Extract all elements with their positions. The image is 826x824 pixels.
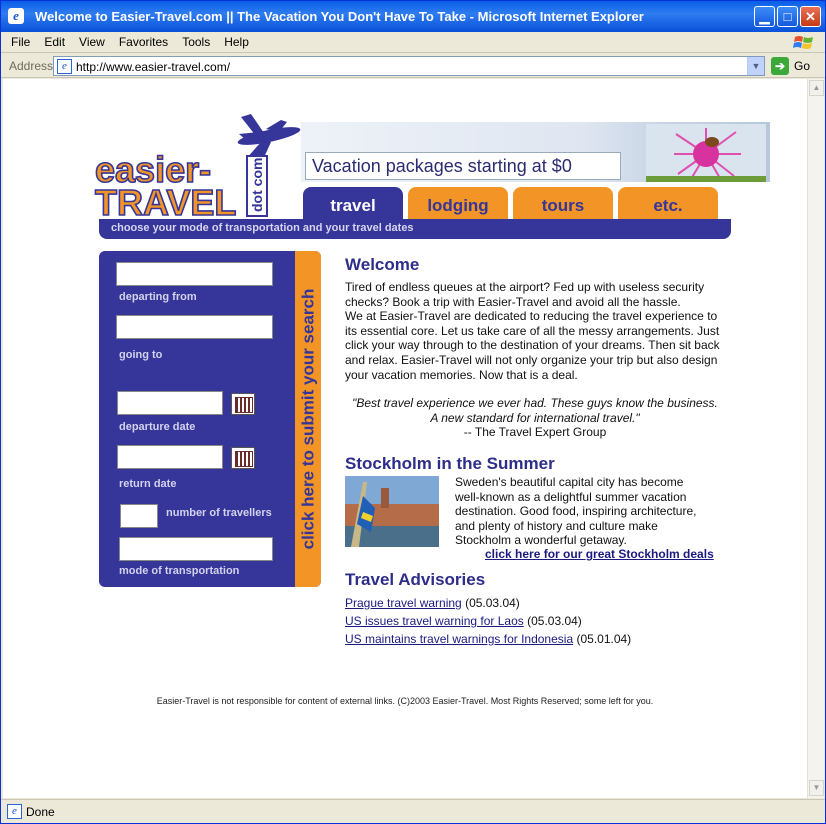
advisory-date: (05.01.04) [576,631,632,646]
easier-travel-logo: easier- TRAVEL dot com [94,114,301,219]
advisory-link-laos[interactable]: US issues travel warning for Laos [345,614,524,628]
menu-view[interactable]: View [72,32,112,53]
go-label: Go [794,59,811,73]
menu-tools[interactable]: Tools [175,32,217,53]
arrow-up-icon: ▲ [812,83,821,92]
promo-banner[interactable]: Vacation packages starting at $0 [301,122,770,182]
testimonial-line-2: A new standard for international travel.… [430,410,640,425]
tab-etc[interactable]: etc. [618,187,718,221]
advisories-list: Prague travel warning (05.03.04) US issu… [345,594,725,648]
windows-logo-icon [793,36,813,49]
departing-from-label: departing from [119,291,197,303]
minimize-icon: ▁ [759,9,770,24]
page-status-icon: e [7,804,22,819]
window-title: Welcome to Easier-Travel.com || The Vaca… [35,9,644,24]
logo-line2: TRAVEL [95,182,236,219]
testimonial-line-1: "Best travel experience we ever had. The… [352,396,718,411]
submit-search-label: click here to submit your search [298,288,318,550]
list-item: US issues travel warning for Laos (05.03… [345,612,725,630]
stockholm-deals-link[interactable]: click here for our great Stockholm deals [485,547,714,561]
ie-icon: e [8,8,24,24]
return-calendar-icon[interactable] [231,447,255,469]
testimonial: "Best travel experience we ever had. The… [345,396,725,440]
main-content: Welcome Tired of endless queues at the a… [345,255,725,648]
search-panel: click here to submit your search departi… [99,251,321,587]
departing-from-input[interactable] [116,262,273,286]
testimonial-author: -- The Travel Expert Group [463,425,607,440]
welcome-para-1: Tired of endless queues at the airport? … [345,280,705,309]
submit-search-button[interactable]: click here to submit your search [295,251,321,587]
close-button[interactable]: ✕ [800,6,821,27]
menu-bar: File Edit View Favorites Tools Help [1,32,825,53]
going-to-input[interactable] [116,315,273,339]
page-footer: Easier-Travel is not responsible for con… [156,696,654,706]
go-arrow-icon: ➔ [771,57,789,75]
advisory-link-indonesia[interactable]: US maintains travel warnings for Indones… [345,632,573,646]
tab-subtitle-bar: choose your mode of transportation and y… [99,219,731,239]
status-text: Done [26,805,55,819]
departure-date-label: departure date [119,421,196,433]
menu-favorites[interactable]: Favorites [112,32,175,53]
advisories-heading: Travel Advisories [345,569,486,589]
flower-image [646,124,766,182]
stockholm-heading: Stockholm in the Summer [345,453,555,473]
advisory-date: (05.03.04) [465,595,520,610]
mode-input[interactable] [119,537,273,561]
title-bar: e Welcome to Easier-Travel.com || The Va… [1,1,825,32]
list-item: US maintains travel warnings for Indones… [345,630,725,648]
travellers-label: number of travellers [166,507,272,519]
logo-dotcom: dot com [249,158,265,212]
address-bar: Address e http://www.easier-travel.com/ … [1,54,825,78]
page-viewport: easier- TRAVEL dot com Vacation packages… [3,79,807,798]
close-icon: ✕ [805,9,816,24]
return-date-label: return date [119,478,177,490]
chevron-down-icon: ▼ [751,61,761,71]
scroll-down-button[interactable]: ▼ [809,780,824,796]
go-button[interactable]: ➔ Go [771,56,821,76]
tab-lodging[interactable]: lodging [408,187,508,221]
status-bar: e Done [1,799,825,823]
menu-edit[interactable]: Edit [37,32,72,53]
tab-tours[interactable]: tours [513,187,613,221]
return-date-input[interactable] [117,445,223,469]
address-input[interactable]: e http://www.easier-travel.com/ ▼ [53,56,765,76]
banner-text: Vacation packages starting at $0 [305,152,621,180]
travellers-input[interactable] [120,504,158,528]
going-to-label: going to [119,349,163,361]
address-url: http://www.easier-travel.com/ [76,60,231,74]
advisory-date: (05.03.04) [527,613,582,628]
welcome-para-2: We at Easier-Travel are dedicated to red… [345,309,720,382]
page-icon: e [57,59,72,74]
stockholm-block: Sweden's beautiful capital city has beco… [345,475,725,567]
browser-window: e Welcome to Easier-Travel.com || The Va… [0,0,826,824]
stockholm-text: Sweden's beautiful capital city has beco… [455,474,697,548]
address-label: Address [9,59,54,73]
tab-travel[interactable]: travel [303,187,403,221]
vertical-scrollbar[interactable]: ▲ ▼ [807,79,824,798]
menu-file[interactable]: File [1,32,37,53]
list-item: Prague travel warning (05.03.04) [345,594,725,612]
welcome-heading: Welcome [345,255,420,274]
mode-label: mode of transportation [119,565,240,577]
departure-calendar-icon[interactable] [231,393,255,415]
maximize-button[interactable]: □ [777,6,798,27]
address-dropdown-button[interactable]: ▼ [747,57,764,75]
scroll-up-button[interactable]: ▲ [809,80,824,96]
departure-date-input[interactable] [117,391,223,415]
arrow-down-icon: ▼ [812,783,821,792]
maximize-icon: □ [783,9,792,24]
minimize-button[interactable]: ▁ [754,6,775,27]
stockholm-photo[interactable] [345,475,439,547]
advisory-link-prague[interactable]: Prague travel warning [345,596,462,610]
menu-help[interactable]: Help [217,32,256,53]
